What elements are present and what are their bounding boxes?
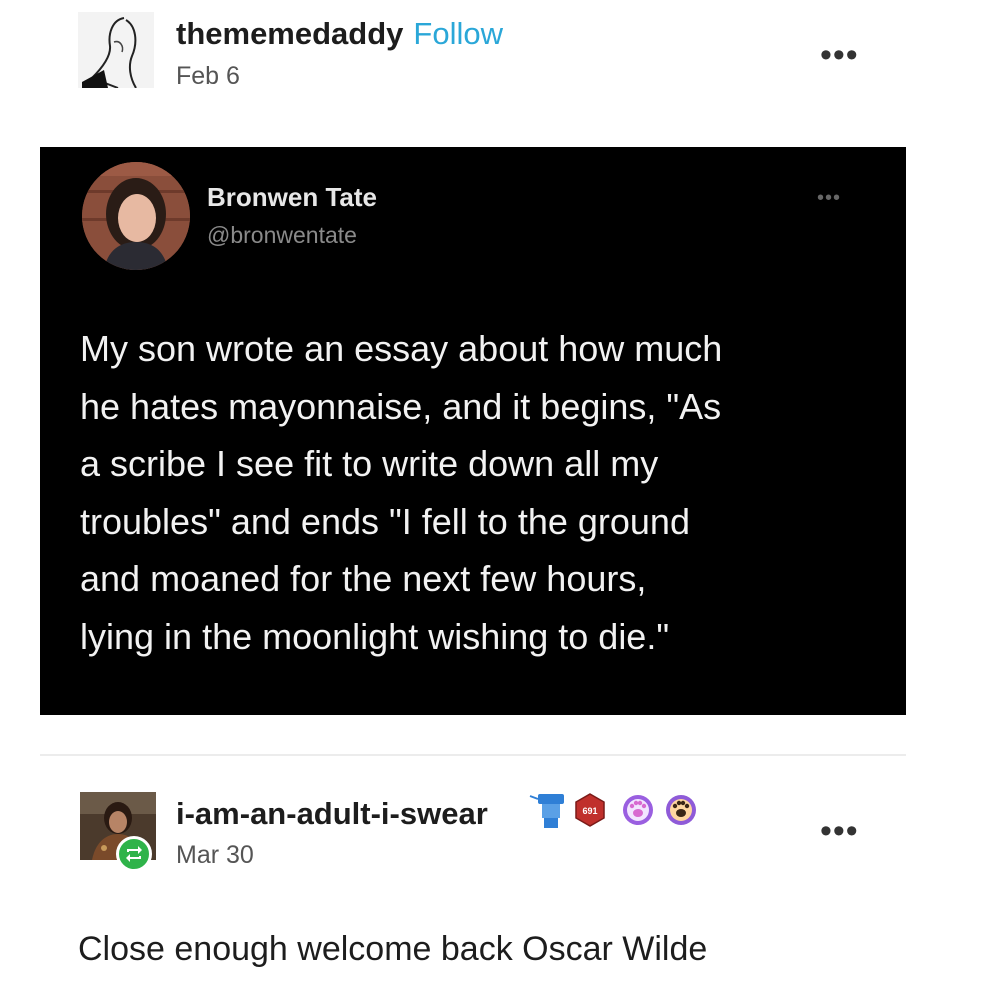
tweet-line: lying in the moonlight wishing to die." (80, 615, 670, 657)
red-hexagon-badge-icon: 691 (575, 793, 605, 827)
tweet-screenshot: Bronwen Tate @bronwentate ••• My son wro… (40, 147, 906, 715)
post-date: Feb 6 (176, 62, 240, 90)
tweet-more-icon: ••• (817, 187, 842, 209)
badges-icon: 691 (529, 793, 696, 828)
badge-number: 691 (582, 806, 597, 816)
avatar[interactable] (78, 12, 154, 88)
follow-button[interactable]: Follow (413, 16, 503, 51)
reblog-icon (116, 836, 152, 872)
tweet-author-name: Bronwen Tate (207, 182, 377, 212)
post-author: thememedaddy Follow (176, 16, 503, 52)
tweet-text: My son wrote an essay about how much he … (80, 320, 880, 665)
tweet-line: and moaned for the next few hours, (80, 558, 647, 599)
blue-badge-icon (529, 794, 564, 828)
tweet-avatar (82, 162, 190, 270)
paw-badge-icon (666, 795, 696, 825)
reblog-date: Mar 30 (176, 841, 254, 869)
paw-badge-icon (623, 795, 653, 825)
post-author-name[interactable]: thememedaddy (176, 16, 403, 51)
reblog-arrows-icon (126, 846, 142, 862)
user-badges[interactable]: 691 (528, 790, 708, 830)
tweet-line: a scribe I see fit to write down all my (80, 443, 659, 484)
tweet-line: My son wrote an essay about how much (80, 328, 723, 369)
divider (40, 754, 906, 756)
more-options-icon[interactable]: ••• (820, 814, 859, 848)
tweet-author-handle: @bronwentate (207, 222, 357, 248)
reblog-comment: Close enough welcome back Oscar Wilde (78, 930, 708, 968)
profile-photo-icon (82, 162, 190, 270)
reblog-author-name[interactable]: i-am-an-adult-i-swear (176, 796, 488, 832)
tweet-line: troubles" and ends "I fell to the ground (80, 500, 690, 542)
tweet-line: he hates mayonnaise, and it begins, "As (80, 385, 722, 427)
more-options-icon[interactable]: ••• (820, 38, 859, 72)
sketch-avatar-icon (78, 12, 154, 88)
